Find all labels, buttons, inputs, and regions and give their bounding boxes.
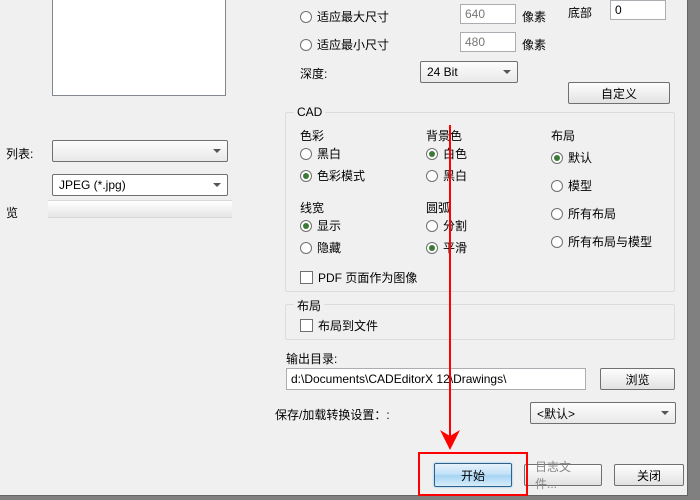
bg-white-radio[interactable] <box>426 148 438 160</box>
arc-label: 圆弧 <box>426 199 450 216</box>
panel-divider <box>48 200 232 218</box>
depth-select[interactable]: 24 Bit <box>420 61 518 83</box>
min-size-label: 适应最小尺寸 <box>317 36 389 53</box>
layout-all-radio[interactable] <box>551 208 563 220</box>
bottom-input[interactable]: 0 <box>610 0 666 20</box>
layout-model-radio[interactable] <box>551 180 563 192</box>
cad-legend: CAD <box>294 105 325 119</box>
px-label-1: 像素 <box>522 8 546 25</box>
cad-group: CAD 色彩 黑白 色彩模式 背景色 白色 黑白 布局 默认 模型 所有布局 所… <box>285 112 675 292</box>
save-settings-label: 保存/加载转换设置：: <box>275 406 390 423</box>
depth-label: 深度: <box>300 65 327 82</box>
preview-thumbnail <box>52 0 226 96</box>
layout-default-radio[interactable] <box>551 152 563 164</box>
arc-split-radio[interactable] <box>426 220 438 232</box>
preview-label: 览 <box>6 204 18 221</box>
bg-label: 背景色 <box>426 127 462 144</box>
log-file-button[interactable]: 日志文件... <box>524 464 602 486</box>
bg-black-radio[interactable] <box>426 170 438 182</box>
arc-smooth-radio[interactable] <box>426 242 438 254</box>
lineweight-label: 线宽 <box>300 199 324 216</box>
custom-button[interactable]: 自定义 <box>568 82 670 104</box>
layout-legend: 布局 <box>294 297 324 314</box>
browse-button[interactable]: 浏览 <box>600 368 675 390</box>
lw-show-radio[interactable] <box>300 220 312 232</box>
color-bw-radio[interactable] <box>300 148 312 160</box>
outdir-label: 输出目录: <box>286 350 337 367</box>
bottom-label: 底部 <box>568 4 592 21</box>
layout-to-file-checkbox[interactable] <box>300 319 313 332</box>
layout-group: 布局 布局到文件 <box>285 304 675 340</box>
layout-label: 布局 <box>551 127 575 144</box>
color-mode-radio[interactable] <box>300 170 312 182</box>
color-label: 色彩 <box>300 127 324 144</box>
layout-allmodel-radio[interactable] <box>551 236 563 248</box>
chevron-down-icon <box>213 149 221 153</box>
lw-hide-radio[interactable] <box>300 242 312 254</box>
max-size-input[interactable]: 640 <box>460 4 516 24</box>
chevron-down-icon <box>213 183 221 187</box>
outdir-input[interactable]: d:\Documents\CADEditorX 12\Drawings\ <box>286 368 586 390</box>
max-size-radio[interactable] <box>300 11 312 23</box>
px-label-2: 像素 <box>522 36 546 53</box>
file-format-select[interactable]: JPEG (*.jpg) <box>52 174 228 196</box>
min-size-input[interactable]: 480 <box>460 32 516 52</box>
max-size-label: 适应最大尺寸 <box>317 8 389 25</box>
chevron-down-icon <box>503 70 511 74</box>
close-button[interactable]: 关闭 <box>614 464 684 486</box>
format-select[interactable] <box>52 140 228 162</box>
list-label: 列表: <box>6 145 33 162</box>
save-settings-select[interactable]: <默认> <box>530 402 676 424</box>
annotation-highlight <box>418 452 528 496</box>
chevron-down-icon <box>661 411 669 415</box>
pdf-page-as-image-checkbox[interactable] <box>300 271 313 284</box>
min-size-radio[interactable] <box>300 39 312 51</box>
file-format-value: JPEG (*.jpg) <box>59 178 126 192</box>
